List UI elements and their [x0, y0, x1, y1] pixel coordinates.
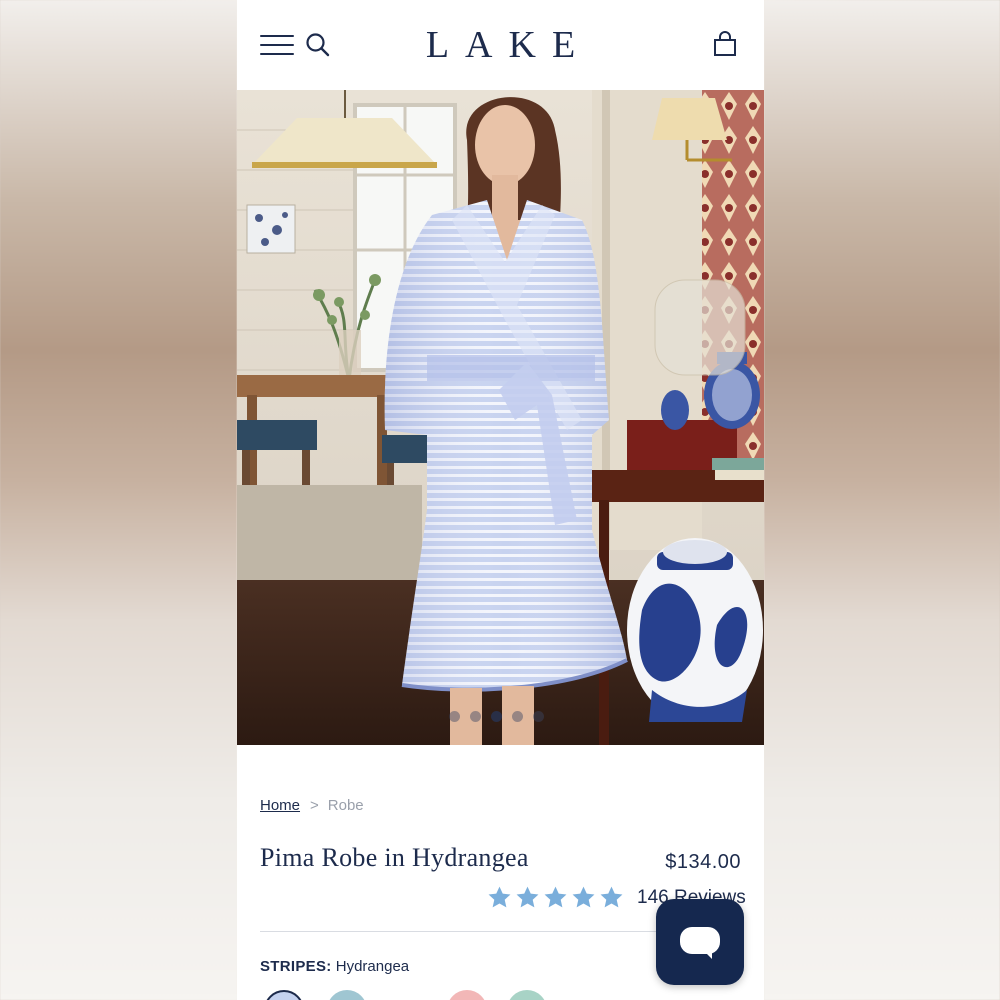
- option-label: STRIPES: Hydrangea: [260, 958, 409, 975]
- star-rating: [487, 885, 624, 910]
- chat-bubble-icon: [680, 927, 720, 954]
- star-icon: [572, 886, 595, 908]
- blurred-background-right: [764, 0, 1000, 1000]
- carousel-dot[interactable]: [449, 711, 460, 722]
- product-title: Pima Robe in Hydrangea: [260, 843, 529, 872]
- carousel-dot-active[interactable]: [491, 711, 502, 722]
- carousel-dot[interactable]: [533, 711, 544, 722]
- swatch[interactable]: [447, 990, 487, 1000]
- swatch[interactable]: [327, 990, 367, 1000]
- carousel-dot[interactable]: [470, 711, 481, 722]
- option-value: Hydrangea: [331, 958, 410, 975]
- site-header: LAKE: [237, 0, 764, 90]
- breadcrumb-current: Robe: [327, 797, 364, 814]
- star-icon: [516, 886, 539, 908]
- chat-button[interactable]: [656, 899, 744, 985]
- star-icon: [600, 886, 623, 908]
- breadcrumb: Home > Robe: [260, 797, 364, 814]
- hamburger-menu-icon[interactable]: [260, 33, 294, 57]
- star-icon: [544, 886, 567, 908]
- carousel-dot[interactable]: [512, 711, 523, 722]
- blurred-background-left: [0, 0, 237, 1000]
- phone-screen: LAKE Home > Robe Pima Robe in Hydrangea …: [237, 0, 764, 1000]
- shopping-bag-icon[interactable]: [713, 30, 737, 58]
- search-icon[interactable]: [305, 32, 331, 58]
- option-name: STRIPES:: [260, 958, 332, 975]
- swatch[interactable]: [507, 990, 547, 1000]
- product-hero-image[interactable]: [237, 90, 764, 745]
- carousel-dots: [449, 711, 544, 722]
- brand-logo[interactable]: LAKE: [387, 22, 614, 68]
- swatch-hydrangea-selected[interactable]: [264, 990, 304, 1000]
- breadcrumb-separator: >: [310, 797, 319, 814]
- breadcrumb-home-link[interactable]: Home: [260, 797, 300, 814]
- star-icon: [488, 886, 511, 908]
- product-price: $134.00: [665, 851, 741, 873]
